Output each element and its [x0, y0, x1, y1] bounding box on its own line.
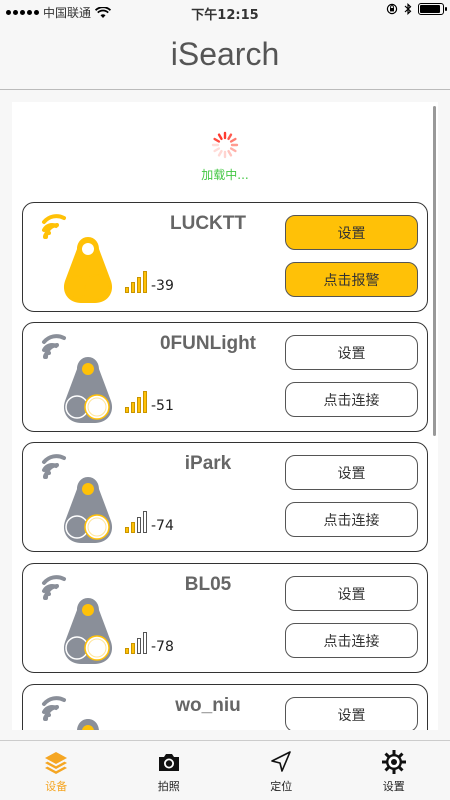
tab-label-location: 定位	[270, 780, 293, 793]
gear-icon	[381, 750, 406, 774]
signal-bar	[143, 391, 147, 413]
tracker-tag-icon	[63, 357, 113, 423]
signal-bar	[137, 277, 141, 293]
signal-bars-icon	[125, 271, 147, 293]
device-settings-button[interactable]: 设置	[285, 455, 418, 490]
connect-button[interactable]: 点击连接	[285, 502, 418, 537]
tracker-tag-icon	[63, 477, 113, 543]
tracker-tag-icon	[77, 719, 99, 730]
device-settings-button[interactable]: 设置	[285, 215, 418, 250]
device-card[interactable]: LUCKTT -39 设置 点击报警	[22, 202, 428, 312]
signal-bar	[143, 511, 147, 533]
rssi-value: -39	[151, 278, 174, 294]
tab-label-devices: 设备	[45, 780, 68, 793]
camera-icon	[158, 754, 179, 771]
device-name: wo_niu	[175, 695, 241, 716]
signal-bar	[137, 517, 141, 533]
device-name: BL05	[184, 574, 232, 595]
signal-bars-icon	[125, 391, 147, 413]
signal-bar	[131, 402, 135, 413]
rssi-value: -78	[151, 639, 174, 655]
rssi-value: -51	[151, 398, 174, 414]
signal-bar	[137, 397, 141, 413]
signal-bar	[125, 407, 129, 413]
signal-bar	[125, 648, 129, 654]
rssi-value: -74	[151, 518, 174, 534]
tab-label-camera: 拍照	[157, 780, 180, 793]
tab-camera[interactable]: 拍照	[113, 741, 226, 800]
device-settings-button[interactable]: 设置	[285, 697, 418, 730]
tab-location[interactable]: 定位	[225, 741, 338, 800]
signal-bars-icon	[125, 632, 147, 654]
signal-bar	[137, 638, 141, 654]
tab-settings[interactable]: 设置	[338, 741, 450, 800]
device-settings-button[interactable]: 设置	[285, 335, 418, 370]
rssi-indicator: -74	[125, 511, 174, 533]
device-card[interactable]: 0FUNLight -51 设置 点击连接	[22, 322, 428, 432]
loading-indicator: 加载中...	[12, 130, 438, 183]
signal-bar	[125, 287, 129, 293]
connect-button[interactable]: 点击连接	[285, 623, 418, 658]
rssi-indicator: -51	[125, 391, 174, 413]
rssi-indicator: -78	[125, 632, 174, 654]
device-card[interactable]: BL05 -78 设置 点击连接	[22, 563, 428, 673]
page-title: iSearch	[170, 36, 280, 72]
status-right	[386, 3, 447, 15]
signal-bar	[143, 632, 147, 654]
rssi-indicator: -39	[125, 271, 174, 293]
layers-icon	[45, 752, 68, 774]
device-card[interactable]: wo_niu 设置 点击连接	[22, 684, 428, 730]
battery-icon	[418, 3, 447, 15]
tab-devices[interactable]: 设备	[0, 741, 113, 800]
bluetooth-icon	[404, 3, 412, 15]
status-bar: 中国联通 下午12:15	[0, 0, 450, 23]
device-card[interactable]: iPark -74 设置 点击连接	[22, 442, 428, 552]
device-name: 0FUNLight	[159, 333, 257, 354]
spinner-icon	[211, 131, 239, 159]
signal-bar	[131, 643, 135, 654]
tracker-tag-icon	[63, 237, 113, 303]
tracker-tag-icon	[63, 598, 113, 664]
signal-bar	[143, 271, 147, 293]
tab-label-settings: 设置	[382, 780, 405, 793]
signal-bar	[131, 282, 135, 293]
device-settings-button[interactable]: 设置	[285, 576, 418, 611]
tab-bar: 设备 拍照 定位 设置	[0, 740, 450, 800]
location-arrow-icon	[271, 751, 292, 772]
loading-label: 加载中...	[201, 168, 249, 182]
status-time: 下午12:15	[191, 8, 259, 23]
signal-bars-icon	[125, 511, 147, 533]
device-list-panel[interactable]: 加载中... LUCKTT -39 设置 点击报警 0FUNLight -51 …	[12, 102, 438, 730]
signal-bar	[125, 527, 129, 533]
connect-button[interactable]: 点击连接	[285, 382, 418, 417]
alarm-button[interactable]: 点击报警	[285, 262, 418, 297]
device-name: LUCKTT	[170, 213, 246, 234]
orientation-lock-icon	[386, 3, 398, 15]
nav-bar: iSearch	[0, 22, 450, 90]
device-name: iPark	[184, 453, 232, 474]
signal-bar	[131, 522, 135, 533]
battery-level	[420, 5, 440, 13]
